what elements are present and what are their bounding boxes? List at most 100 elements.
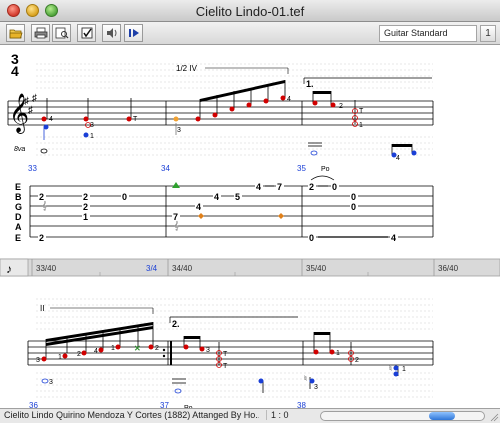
- print-preview-button[interactable]: [52, 24, 71, 42]
- svg-text:G: G: [15, 202, 22, 212]
- print-preview-icon: [55, 27, 68, 39]
- window-title: Cielito Lindo-01.tef: [195, 4, 305, 19]
- tab-fret[interactable]: 7: [277, 182, 282, 192]
- note-head: [229, 106, 235, 112]
- natural-sign-icon: ♮: [389, 364, 392, 373]
- tab-marker-icon: [278, 213, 284, 219]
- pull-off-label: Po: [321, 166, 330, 173]
- eighth-note-icon[interactable]: ♪: [6, 262, 12, 276]
- tab-fret[interactable]: 0: [309, 233, 314, 243]
- svg-text:A: A: [15, 222, 22, 232]
- note-head: [126, 116, 132, 122]
- fingering-label: T: [223, 363, 228, 370]
- note-head: [148, 344, 154, 350]
- note-head: [41, 116, 47, 122]
- open-button[interactable]: [6, 24, 25, 42]
- fingering-label: 3: [314, 384, 318, 391]
- tab-fret[interactable]: 4: [391, 233, 396, 243]
- half-note-head: [41, 378, 49, 384]
- tab-fret[interactable]: 4: [196, 202, 201, 212]
- octave-marking: 8va: [14, 146, 25, 153]
- fingering-label: 1: [58, 354, 62, 361]
- print-icon: [34, 27, 47, 39]
- repeat-dot: [162, 348, 166, 352]
- score-area: 𝄞 8va ♯ ♯ ♯ 3 4 1/2 IV 1. 4 3 1 T 3 4 2 …: [0, 51, 500, 408]
- barre-marking: II: [40, 304, 44, 313]
- tab-fret[interactable]: 0: [351, 202, 356, 212]
- scrollbar-thumb[interactable]: [429, 412, 455, 420]
- position-readout: 1 : 0: [266, 410, 316, 420]
- check-button[interactable]: [77, 24, 96, 42]
- tab-fret[interactable]: 2: [309, 182, 314, 192]
- note-head: [393, 371, 399, 377]
- measure-number[interactable]: 36: [29, 401, 38, 408]
- panel-toggle-button[interactable]: 1: [480, 25, 496, 42]
- tab-fret[interactable]: 0: [351, 192, 356, 202]
- checkbox-icon: [81, 27, 92, 39]
- fingering-label: T: [359, 108, 364, 115]
- tab-fret[interactable]: 2: [83, 192, 88, 202]
- print-button[interactable]: [31, 24, 50, 42]
- play-button[interactable]: [124, 24, 143, 42]
- timeline-position: 3/4: [146, 264, 158, 273]
- measure-number[interactable]: 34: [161, 164, 170, 173]
- tuning-select[interactable]: Guitar Standard: [379, 25, 477, 42]
- timeline-position: 33/40: [36, 264, 57, 273]
- note-head: [393, 365, 399, 371]
- x-note-icon: ✕: [134, 344, 141, 353]
- speaker-button[interactable]: [102, 24, 121, 42]
- note-head: [83, 132, 89, 138]
- tab-fret[interactable]: 2: [39, 233, 44, 243]
- note-head: [195, 116, 201, 122]
- barre-marking: 1/2 IV: [176, 64, 198, 73]
- tab-fret[interactable]: 0: [332, 182, 337, 192]
- fingering-label: 2: [339, 103, 343, 110]
- fingering-label: 3: [206, 347, 210, 354]
- note-head: [98, 347, 104, 353]
- note-head: [280, 95, 286, 101]
- measure-number[interactable]: 35: [297, 164, 306, 173]
- tab-fret[interactable]: 1: [83, 212, 88, 222]
- system-1-tablature: E B G D A E 2 2 2 1 0 2 𝄞 7 4 4 5 4 7 𝄞 …: [15, 175, 434, 243]
- fingering-label: 4: [49, 116, 53, 123]
- time-signature-bottom: 4: [11, 63, 19, 79]
- toolbar: Guitar Standard 1: [0, 22, 500, 45]
- system-2-staff: II 2. ✕ 3 1 2 4 1 2 3 3 T T 1 2 ♮ 3 ♮ 1 …: [27, 298, 434, 408]
- fingering-label: 3: [177, 127, 181, 134]
- timeline-position: 34/40: [172, 264, 193, 273]
- key-sharp-icon: ♯: [32, 93, 37, 104]
- svg-text:E: E: [15, 233, 21, 243]
- timeline-ruler[interactable]: ♪ 33/40 3/4 34/40 35/40 36/40: [0, 258, 500, 277]
- measure-number[interactable]: 38: [297, 401, 306, 408]
- speaker-icon: [106, 28, 116, 38]
- fingering-label: 2: [155, 345, 159, 352]
- note-head: [115, 344, 121, 350]
- ending-2-marking: 2.: [172, 319, 180, 329]
- note-head: [212, 112, 218, 118]
- note-head: [199, 346, 205, 352]
- note-head: [329, 349, 335, 355]
- horizontal-scrollbar[interactable]: [320, 411, 485, 421]
- tab-fret[interactable]: 4: [256, 182, 261, 192]
- note-head: [263, 98, 269, 104]
- measure-number[interactable]: 37: [160, 401, 169, 408]
- measure-number[interactable]: 33: [28, 164, 37, 173]
- note-head: [183, 344, 189, 350]
- tab-fret[interactable]: 2: [83, 202, 88, 212]
- note-head: [312, 100, 318, 106]
- tab-fret[interactable]: 4: [214, 192, 219, 202]
- status-bar: Cielito Lindo Quirino Mendoza Y Cortes (…: [0, 408, 500, 423]
- tab-marker-icon: [172, 182, 180, 188]
- fingering-label: 1: [359, 122, 363, 129]
- string-names: E B G D A E: [15, 182, 22, 243]
- resize-grip-icon[interactable]: [489, 412, 499, 422]
- note-head: [246, 102, 252, 108]
- tab-fret[interactable]: 0: [122, 192, 127, 202]
- measure-35-notes: 2 T 1 Po 4: [308, 91, 417, 173]
- note-head: [313, 349, 319, 355]
- title-bar: Cielito Lindo-01.tef: [0, 0, 500, 22]
- tab-fret[interactable]: 5: [235, 192, 240, 202]
- tab-ghost-note: 𝄞: [42, 200, 47, 211]
- fingering-label: 3: [36, 357, 40, 364]
- fingering-label: 1: [336, 350, 340, 357]
